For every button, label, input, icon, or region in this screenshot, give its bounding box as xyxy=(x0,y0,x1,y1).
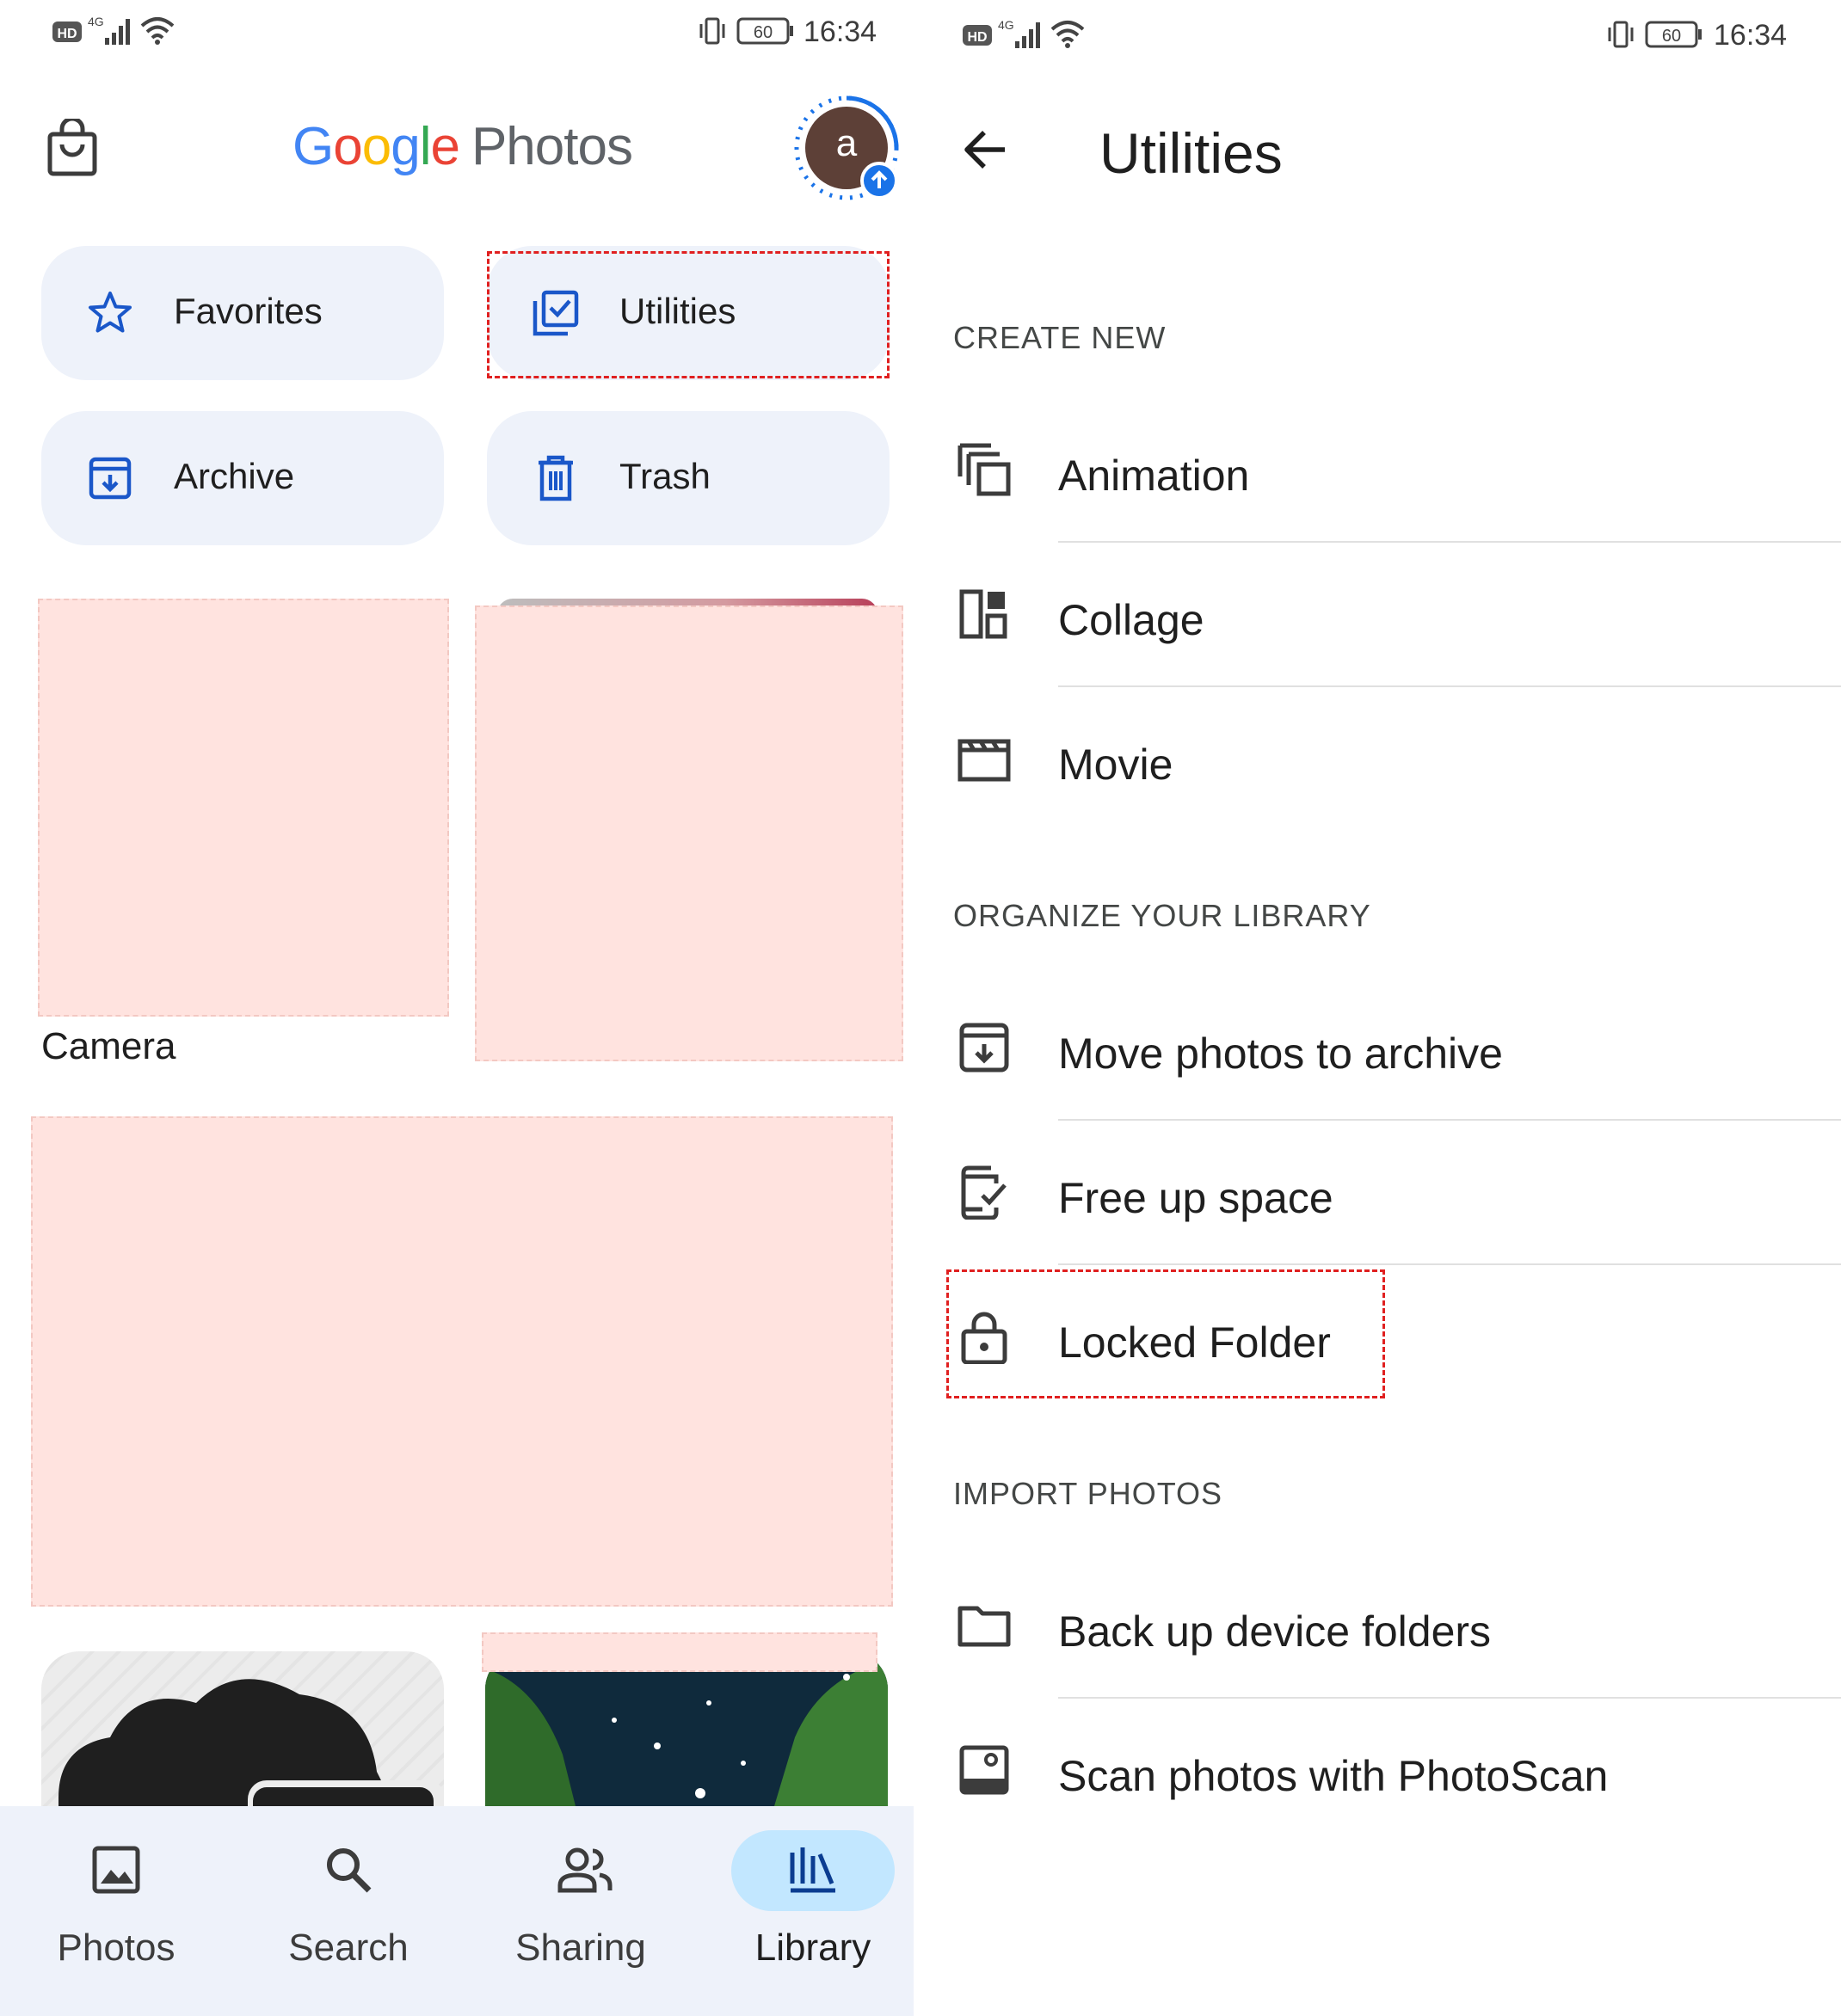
battery-level: 60 xyxy=(1662,27,1681,46)
favorites-tile[interactable]: Favorites xyxy=(41,246,444,380)
battery-level: 60 xyxy=(754,23,773,42)
back-arrow-icon[interactable] xyxy=(960,124,1012,175)
pine-trees-image xyxy=(485,1660,888,1823)
signal-icon: 4G xyxy=(998,18,1040,48)
signal-icon: 4G xyxy=(88,15,130,45)
hd-icon: HD xyxy=(52,22,82,42)
library-icon xyxy=(790,1847,835,1893)
shopping-bag-icon[interactable] xyxy=(45,119,100,177)
account-avatar[interactable]: a xyxy=(791,93,902,203)
movie-icon xyxy=(957,739,1011,782)
cloud-icon xyxy=(58,1679,444,1823)
nav-search[interactable]: Search xyxy=(234,1806,463,2016)
wifi-icon xyxy=(1050,21,1085,48)
section-header-import: IMPORT PHOTOS xyxy=(953,1476,1223,1511)
movie-label: Movie xyxy=(1058,741,1173,789)
album-label-redacted xyxy=(482,1632,877,1672)
collage-label: Collage xyxy=(1058,596,1204,644)
bottom-navigation: Photos Search Sharing Library xyxy=(0,1806,914,2016)
page-title: Utilities xyxy=(1099,121,1283,185)
archive-icon xyxy=(959,1023,1009,1073)
animation-item[interactable]: Animation xyxy=(931,401,1841,545)
nav-library[interactable]: Library xyxy=(699,1806,914,2016)
collage-icon xyxy=(959,589,1007,639)
nav-sharing-label: Sharing xyxy=(515,1927,646,1969)
clock: 16:34 xyxy=(1714,19,1788,52)
utilities-highlight xyxy=(487,251,890,378)
section-header-organize: ORGANIZE YOUR LIBRARY xyxy=(953,898,1371,933)
free-up-space-icon xyxy=(961,1165,1007,1220)
back-up-device-folders-label: Back up device folders xyxy=(1058,1607,1492,1656)
trash-tile[interactable]: Trash xyxy=(487,411,890,545)
free-up-space-label: Free up space xyxy=(1058,1174,1333,1222)
divider xyxy=(1058,685,1841,687)
move-to-archive-item[interactable]: Move photos to archive xyxy=(931,979,1841,1123)
vibrate-icon xyxy=(1608,21,1634,48)
avatar-letter: a xyxy=(835,122,858,164)
collage-item[interactable]: Collage xyxy=(931,545,1841,690)
movie-item[interactable]: Movie xyxy=(931,690,1841,834)
divider xyxy=(1058,541,1841,543)
animation-icon xyxy=(957,443,1011,496)
wifi-icon xyxy=(140,17,175,45)
library-screen: HD 4G 60 16:34 Google Photos a Favorites … xyxy=(0,0,914,2016)
battery-icon: 60 xyxy=(736,17,793,45)
archive-tile[interactable]: Archive xyxy=(41,411,444,545)
nav-photos[interactable]: Photos xyxy=(2,1806,231,2016)
svg-text:4G: 4G xyxy=(998,18,1014,32)
camera-album-thumbnail[interactable] xyxy=(38,599,449,1017)
section-header-create-new: CREATE NEW xyxy=(953,320,1167,355)
svg-text:HD: HD xyxy=(57,27,77,41)
archive-icon xyxy=(89,457,132,500)
battery-icon: 60 xyxy=(1645,21,1702,48)
divider xyxy=(1058,1697,1841,1699)
camera-album-label[interactable]: Camera xyxy=(41,1025,176,1068)
free-up-space-item[interactable]: Free up space xyxy=(931,1123,1841,1268)
favorites-label: Favorites xyxy=(174,291,323,331)
svg-text:4G: 4G xyxy=(88,15,104,28)
trash-label: Trash xyxy=(619,456,711,496)
animation-label: Animation xyxy=(1058,452,1250,500)
photoscan-icon xyxy=(959,1745,1009,1795)
star-icon xyxy=(89,292,132,333)
divider xyxy=(1058,1263,1841,1265)
nav-search-label: Search xyxy=(288,1927,409,1969)
photo-icon xyxy=(92,1846,140,1894)
folder-icon xyxy=(957,1606,1011,1647)
photoscan-label: Scan photos with PhotoScan xyxy=(1058,1752,1609,1800)
clock: 16:34 xyxy=(804,15,877,48)
google-photos-logo: Google Photos xyxy=(292,117,633,176)
back-up-device-folders-item[interactable]: Back up device folders xyxy=(931,1557,1841,1701)
nav-library-label: Library xyxy=(754,1927,871,1969)
album-thumbnail-2[interactable] xyxy=(475,605,903,1061)
photoscan-item[interactable]: Scan photos with PhotoScan xyxy=(931,1701,1841,1846)
locked-folder-highlight xyxy=(946,1269,1385,1398)
trash-icon xyxy=(539,455,573,501)
album-thumbnail-3[interactable] xyxy=(31,1116,893,1607)
status-bar: HD 4G 60 16:34 xyxy=(0,0,914,69)
hd-icon: HD xyxy=(963,25,992,46)
archive-label: Archive xyxy=(174,456,295,496)
cloud-album-thumbnail[interactable] xyxy=(41,1651,444,1823)
svg-text:HD: HD xyxy=(967,30,987,45)
holiday-album-thumbnail[interactable] xyxy=(485,1651,888,1823)
status-bar: HD 4G 60 16:34 xyxy=(931,0,1841,69)
nav-sharing[interactable]: Sharing xyxy=(466,1806,695,2016)
search-icon xyxy=(327,1848,372,1893)
vibrate-icon xyxy=(699,17,725,45)
people-icon xyxy=(557,1847,613,1893)
upload-badge-icon xyxy=(860,162,898,200)
move-to-archive-label: Move photos to archive xyxy=(1058,1030,1503,1078)
utilities-screen: HD 4G 60 16:34 Utilities CREATE NEW Anim… xyxy=(931,0,1841,2016)
divider xyxy=(1058,1119,1841,1121)
nav-photos-label: Photos xyxy=(57,1927,175,1969)
